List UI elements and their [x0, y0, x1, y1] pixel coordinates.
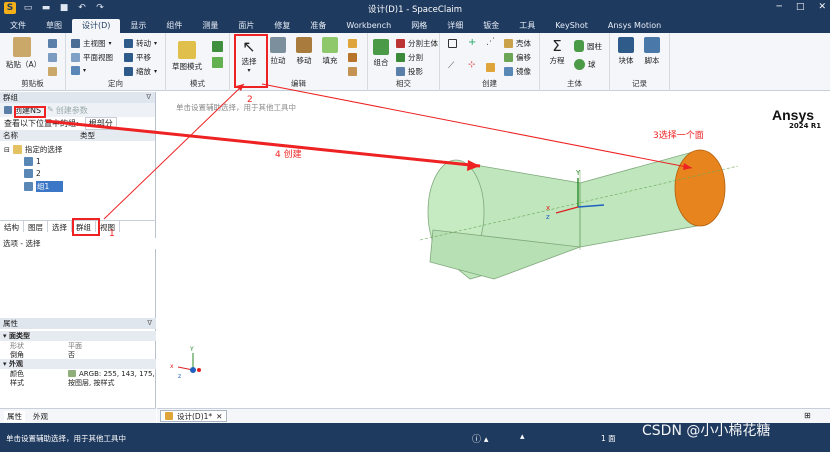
mini-triad-dot: [197, 368, 201, 372]
highlight-select-tool: [234, 34, 268, 88]
mini-triad-z-label: z: [178, 373, 181, 380]
annotation-step-3: 3选择一个面: [653, 131, 704, 141]
model-geometry[interactable]: x z Y Y x z: [0, 0, 830, 452]
annotation-step-2: 2: [247, 95, 253, 105]
highlight-create-ns: [14, 106, 46, 118]
tab-list-icon[interactable]: ⊞: [804, 411, 811, 420]
watermark: CSDN @小小棉花糖: [642, 423, 771, 439]
triad-z-label: z: [546, 213, 550, 221]
close-tab-icon[interactable]: ✕: [216, 411, 222, 422]
tab-appearance[interactable]: 外观: [33, 411, 48, 422]
highlight-groups-tab: [72, 218, 100, 236]
selection-count: 1 面: [601, 434, 616, 443]
expand-icon[interactable]: ▴: [520, 432, 525, 442]
tab-properties[interactable]: 属性: [4, 410, 25, 422]
annotation-arrow-3: [261, 83, 693, 169]
annotation-step-1: 1: [109, 229, 115, 239]
status-text: 单击设置辅助选择，用于其他工具中: [6, 434, 126, 443]
mini-triad-x-label: x: [170, 363, 174, 370]
selected-face[interactable]: [674, 149, 726, 227]
annotation-step-4: 4 创建: [275, 150, 302, 160]
design-doc-icon: [165, 412, 173, 420]
annotation-arrow-4: [45, 119, 481, 168]
annotation-arrow-2: [103, 83, 245, 220]
triad-y-label: Y: [575, 169, 581, 177]
mini-triad-origin-icon: [190, 367, 196, 373]
triad-x-label: x: [546, 204, 550, 212]
properties-tabs: 属性 外观: [0, 408, 156, 423]
document-tab[interactable]: 设计(D)1* ✕: [160, 410, 228, 422]
info-icon[interactable]: ⓘ ▴: [472, 432, 488, 445]
mini-triad-y-label: Y: [189, 346, 194, 353]
